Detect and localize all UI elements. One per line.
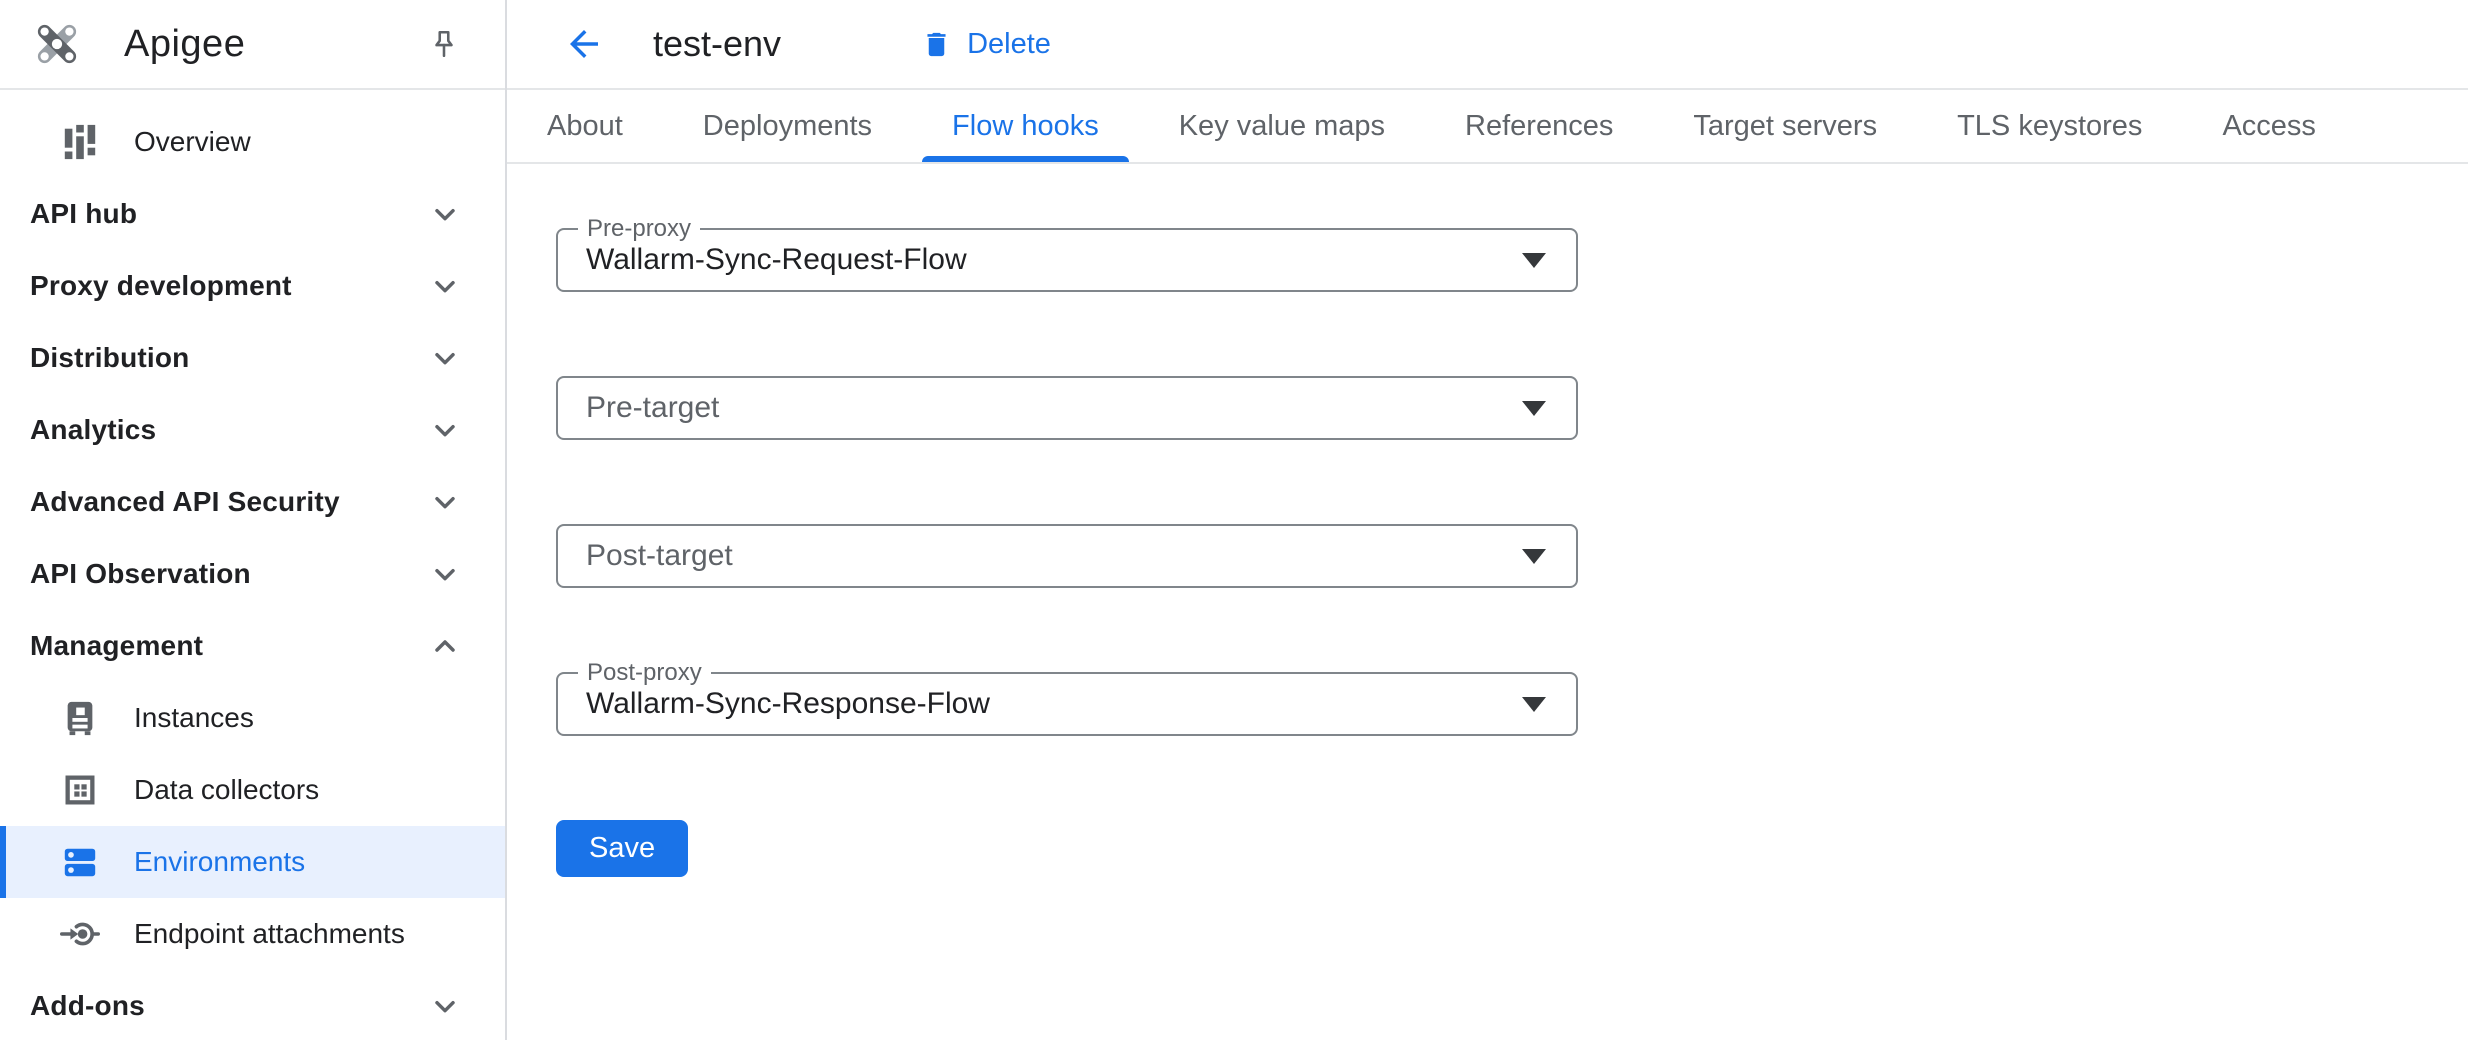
- sidebar-item-api-observation[interactable]: API Observation: [0, 538, 505, 610]
- sidebar-item-label: Management: [30, 630, 203, 662]
- sidebar-item-label: Proxy development: [30, 270, 292, 302]
- sidebar-item-advanced-api-security[interactable]: Advanced API Security: [0, 466, 505, 538]
- page-header: test-env Delete: [507, 0, 2468, 90]
- chevron-down-icon: [429, 486, 461, 518]
- sidebar-item-proxy-development[interactable]: Proxy development: [0, 250, 505, 322]
- pin-sidebar-button[interactable]: [427, 27, 461, 61]
- flow-hooks-form: Pre-proxy Wallarm-Sync-Request-Flow Pre-…: [507, 164, 2468, 877]
- tab-deployments[interactable]: Deployments: [663, 90, 912, 162]
- pre-target-select[interactable]: Pre-target: [556, 376, 1578, 440]
- chevron-down-icon: [429, 414, 461, 446]
- delete-button-label: Delete: [967, 28, 1051, 61]
- tab-references[interactable]: References: [1425, 90, 1653, 162]
- sidebar-item-analytics[interactable]: Analytics: [0, 394, 505, 466]
- post-target-select[interactable]: Post-target: [556, 524, 1578, 588]
- environments-icon: [60, 842, 100, 882]
- sidebar-item-label: Advanced API Security: [30, 486, 340, 518]
- sidebar-nav: Overview API hub Proxy development Distr…: [0, 90, 505, 1042]
- tab-target-servers[interactable]: Target servers: [1653, 90, 1917, 162]
- apigee-logo-icon: [26, 13, 88, 75]
- post-proxy-label: Post-proxy: [578, 658, 711, 688]
- data-collectors-icon: [60, 770, 100, 810]
- save-button[interactable]: Save: [556, 820, 688, 877]
- pin-icon: [428, 28, 460, 60]
- instances-icon: [60, 698, 100, 738]
- pre-target-placeholder: Pre-target: [586, 391, 719, 425]
- dropdown-arrow-icon: [1522, 401, 1546, 416]
- tab-key-value-maps[interactable]: Key value maps: [1139, 90, 1425, 162]
- pre-proxy-value: Wallarm-Sync-Request-Flow: [586, 243, 967, 277]
- chevron-down-icon: [429, 270, 461, 302]
- sidebar-item-label: Distribution: [30, 342, 190, 374]
- sidebar-item-label: Analytics: [30, 414, 156, 446]
- sidebar-item-label: Overview: [134, 126, 251, 158]
- pre-proxy-select[interactable]: Pre-proxy Wallarm-Sync-Request-Flow: [556, 228, 1578, 292]
- sidebar: Apigee Overview API hub: [0, 0, 507, 1040]
- endpoint-attachments-icon: [60, 914, 100, 954]
- chevron-up-icon: [429, 630, 461, 662]
- sidebar-item-management[interactable]: Management: [0, 610, 505, 682]
- sidebar-item-label: API hub: [30, 198, 137, 230]
- trash-icon: [921, 29, 952, 60]
- dropdown-arrow-icon: [1522, 253, 1546, 268]
- main-area: test-env Delete About Deployments Flow h…: [507, 0, 2468, 1040]
- sidebar-item-label: Data collectors: [134, 774, 319, 806]
- overview-icon: [60, 122, 100, 162]
- chevron-down-icon: [429, 198, 461, 230]
- pre-proxy-label: Pre-proxy: [578, 214, 700, 244]
- sidebar-item-instances[interactable]: Instances: [0, 682, 505, 754]
- tab-flow-hooks[interactable]: Flow hooks: [912, 90, 1139, 162]
- sidebar-item-overview[interactable]: Overview: [0, 106, 505, 178]
- page-title: test-env: [653, 23, 781, 65]
- post-proxy-value: Wallarm-Sync-Response-Flow: [586, 687, 990, 721]
- sidebar-item-label: Instances: [134, 702, 254, 734]
- tab-bar: About Deployments Flow hooks Key value m…: [507, 90, 2468, 164]
- sidebar-header: Apigee: [0, 0, 505, 90]
- sidebar-item-add-ons[interactable]: Add-ons: [0, 970, 505, 1042]
- back-button[interactable]: [563, 23, 605, 65]
- chevron-down-icon: [429, 990, 461, 1022]
- chevron-down-icon: [429, 342, 461, 374]
- post-proxy-select[interactable]: Post-proxy Wallarm-Sync-Response-Flow: [556, 672, 1578, 736]
- arrow-back-icon: [563, 23, 605, 65]
- brand-name: Apigee: [124, 23, 245, 66]
- delete-button[interactable]: Delete: [921, 28, 1051, 61]
- sidebar-item-label: API Observation: [30, 558, 251, 590]
- tab-about[interactable]: About: [507, 90, 663, 162]
- dropdown-arrow-icon: [1522, 697, 1546, 712]
- sidebar-item-endpoint-attachments[interactable]: Endpoint attachments: [0, 898, 505, 970]
- chevron-down-icon: [429, 558, 461, 590]
- sidebar-item-environments[interactable]: Environments: [0, 826, 505, 898]
- sidebar-item-api-hub[interactable]: API hub: [0, 178, 505, 250]
- sidebar-item-data-collectors[interactable]: Data collectors: [0, 754, 505, 826]
- post-target-placeholder: Post-target: [586, 539, 733, 573]
- sidebar-item-distribution[interactable]: Distribution: [0, 322, 505, 394]
- sidebar-item-label: Endpoint attachments: [134, 918, 405, 950]
- tab-tls-keystores[interactable]: TLS keystores: [1917, 90, 2182, 162]
- tab-access[interactable]: Access: [2182, 90, 2355, 162]
- sidebar-item-label: Add-ons: [30, 990, 145, 1022]
- sidebar-item-label: Environments: [134, 846, 305, 878]
- dropdown-arrow-icon: [1522, 549, 1546, 564]
